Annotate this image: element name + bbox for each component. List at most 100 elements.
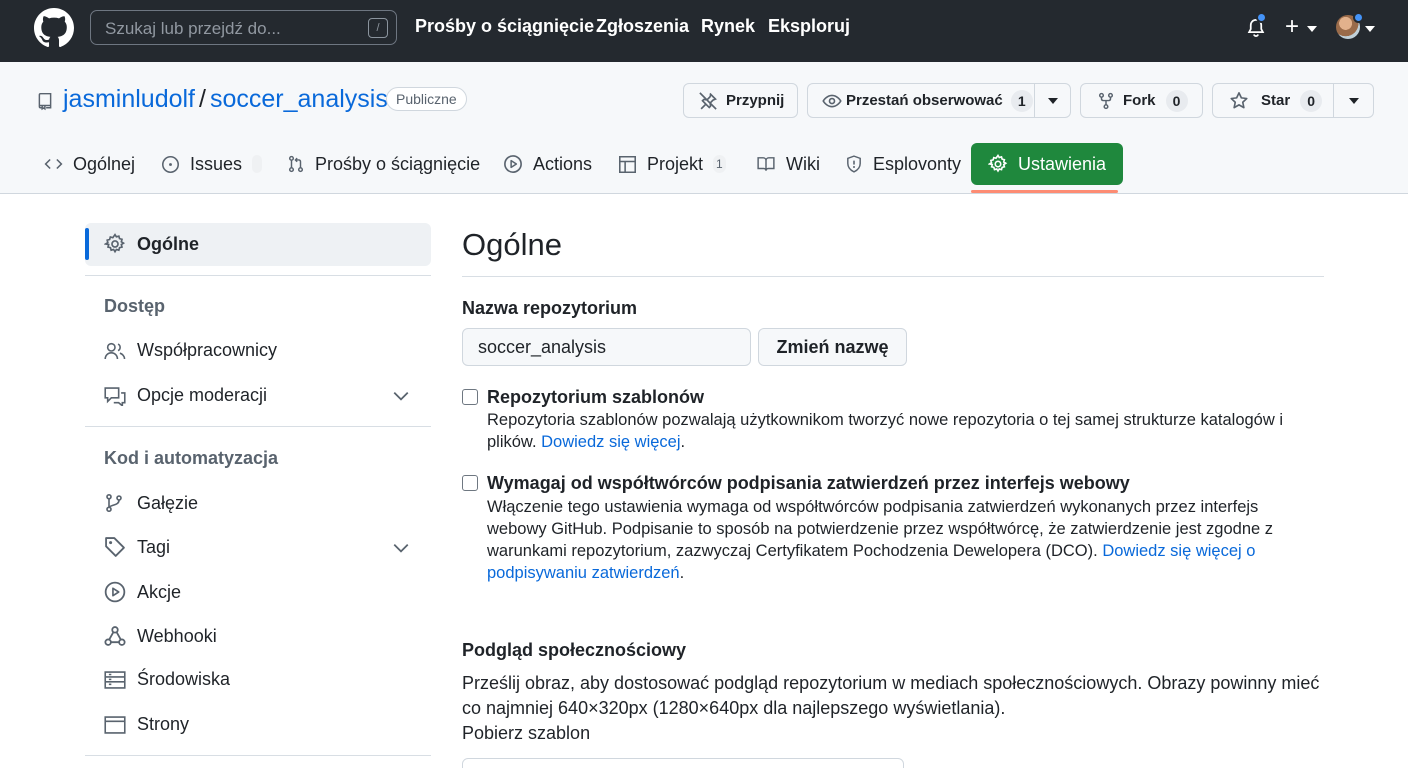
repo-icon: [36, 91, 54, 111]
tab-settings[interactable]: Ustawienia: [971, 143, 1124, 185]
sidebar-item-branches[interactable]: Gałęzie: [104, 492, 198, 514]
nav-pull-requests[interactable]: Prośby o ściągnięcie: [415, 16, 594, 37]
branch-icon: [104, 492, 126, 514]
tab-label: Esplovonty: [873, 153, 962, 174]
sidebar-item-general-content: Ogólne: [104, 233, 199, 255]
tab-projects[interactable]: Projekt 1: [618, 143, 726, 185]
tag-icon: [104, 536, 126, 558]
template-label: Repozytorium szablonów: [487, 387, 705, 407]
pin-button[interactable]: Przypnij: [683, 83, 798, 118]
sidebar-item-label: Akcje: [137, 581, 182, 602]
signoff-checkbox[interactable]: [462, 475, 478, 491]
fork-icon: [1097, 91, 1115, 111]
chevron-down-icon: [1047, 97, 1058, 104]
sidebar-divider: [85, 275, 431, 276]
nav-issues[interactable]: Zgłoszenia: [596, 16, 689, 37]
nav-explore[interactable]: Eksploruj: [768, 16, 850, 37]
book-icon: [756, 155, 776, 173]
sidebar-divider: [85, 755, 431, 756]
tab-label: Ogólnej: [73, 153, 136, 174]
link-suffix: .: [679, 564, 685, 582]
title-divider: [462, 276, 1324, 277]
star-button[interactable]: Star 0: [1212, 83, 1374, 118]
pin-slash-icon: [698, 91, 718, 111]
chevron-down-icon: [1348, 97, 1359, 104]
repo-title: jasminludolf / soccer_analysis: [63, 85, 388, 114]
unwatch-label: Przestań obserwować: [846, 92, 1003, 109]
tab-issues[interactable]: Issues: [161, 143, 263, 185]
social-preview-image-box[interactable]: [462, 758, 904, 768]
sidebar-item-pages[interactable]: Strony: [104, 714, 189, 735]
star-dropdown[interactable]: [1333, 84, 1373, 117]
github-logo-icon[interactable]: [34, 8, 74, 48]
shield-icon: [845, 154, 863, 174]
tab-label: Issues: [190, 153, 243, 174]
tab-count: 1: [713, 155, 726, 173]
sidebar-item-label: Ogólne: [137, 233, 199, 254]
sidebar-item-label: Tagi: [137, 536, 171, 557]
search-input[interactable]: Szukaj lub przejdź do... /: [90, 10, 397, 45]
learn-more-link[interactable]: Dowiedz się więcej: [541, 433, 680, 451]
play-icon: [104, 581, 126, 603]
chevron-down-icon[interactable]: [392, 389, 410, 403]
template-checkbox[interactable]: [462, 389, 478, 405]
sidebar-item-label: Środowiska: [137, 669, 231, 689]
sidebar-item-actions[interactable]: Akcje: [104, 581, 181, 603]
comment-report-icon: [104, 386, 126, 406]
slash-key-hint: /: [368, 18, 388, 38]
star-icon: [1229, 91, 1249, 111]
tab-count: [252, 155, 263, 173]
tab-label: Prośby o ściągnięcie: [315, 153, 481, 174]
tab-actions[interactable]: Actions: [503, 143, 592, 185]
tab-security[interactable]: Esplovonty: [845, 143, 961, 185]
pin-label: Przypnij: [726, 92, 785, 109]
link-suffix: .: [680, 433, 686, 451]
tab-wiki[interactable]: Wiki: [756, 143, 820, 185]
chevron-down-icon: [1307, 26, 1317, 32]
tab-code[interactable]: Ogólnej: [44, 143, 135, 185]
issue-icon: [161, 155, 180, 174]
tab-label: Wiki: [786, 153, 820, 174]
avatar-status-dot: [1353, 12, 1364, 23]
repo-owner-link[interactable]: jasminludolf: [63, 85, 195, 113]
sidebar-item-environments[interactable]: Środowiska: [104, 669, 230, 690]
sidebar-item-webhooks[interactable]: Webhooki: [104, 625, 217, 647]
tab-pull-requests[interactable]: Prośby o ściągnięcie: [287, 143, 480, 185]
repo-name-link[interactable]: soccer_analysis: [210, 85, 388, 113]
eye-icon: [822, 91, 842, 111]
watch-dropdown[interactable]: [1034, 84, 1070, 117]
sidebar-item-moderation[interactable]: Opcje moderacji: [104, 385, 267, 406]
star-label: Star: [1261, 92, 1291, 109]
plus-icon[interactable]: +: [1285, 15, 1299, 39]
code-icon: [44, 155, 63, 173]
visibility-badge: Publiczne: [386, 87, 467, 111]
fork-label: Fork: [1123, 92, 1156, 109]
sidebar-item-label: Strony: [137, 714, 190, 734]
tab-label: Ustawienia: [1018, 153, 1107, 174]
fork-button[interactable]: Fork 0: [1080, 83, 1203, 118]
download-template-link[interactable]: Pobierz szablon: [462, 721, 590, 746]
rename-button[interactable]: Zmień nazwę: [758, 328, 907, 366]
nav-marketplace[interactable]: Rynek: [701, 16, 755, 37]
notification-dot: [1256, 12, 1267, 23]
play-icon: [503, 154, 523, 174]
sidebar-item-tags[interactable]: Tagi: [104, 536, 170, 558]
pull-request-icon: [287, 154, 305, 174]
template-description: Repozytoria szablonów pozwalają użytkown…: [487, 409, 1317, 453]
search-placeholder: Szukaj lub przejdź do...: [105, 19, 281, 38]
sidebar-item-collaborators[interactable]: Współpracownicy: [104, 340, 277, 361]
signoff-description: Włączenie tego ustawienia wymaga od wspó…: [487, 496, 1307, 584]
fork-count: 0: [1165, 89, 1188, 112]
sidebar-item-label: Współpracownicy: [137, 340, 278, 360]
sidebar-section-access: Dostęp: [104, 296, 166, 316]
star-count: 0: [1300, 89, 1323, 112]
sidebar-item-label: Gałęzie: [137, 492, 199, 513]
page-title: Ogólne: [462, 227, 562, 262]
active-tab-underline: [971, 190, 1118, 193]
unwatch-button[interactable]: Przestań obserwować 1: [807, 83, 1071, 118]
chevron-down-icon[interactable]: [392, 541, 410, 555]
gear-icon: [988, 154, 1008, 174]
gear-icon: [104, 233, 126, 255]
tab-label: Projekt: [647, 153, 704, 174]
repo-name-input[interactable]: [462, 328, 751, 366]
